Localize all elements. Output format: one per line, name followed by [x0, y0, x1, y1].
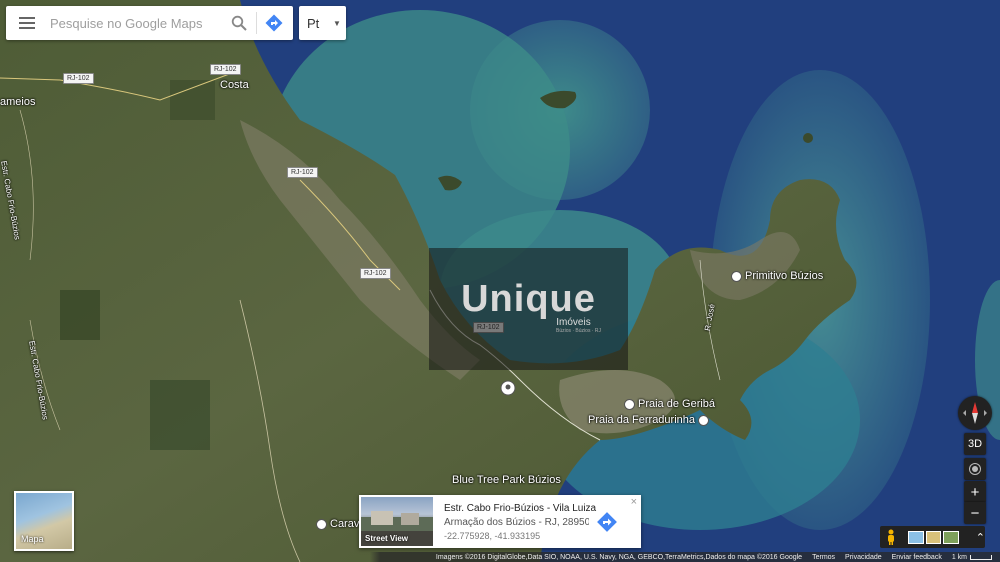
place-name: Praia de Geribá	[638, 398, 716, 410]
card-address: Armação dos Búzios - RJ, 28950-0...	[444, 517, 589, 528]
search-button[interactable]	[222, 6, 256, 40]
caret-down-icon: ▼	[333, 18, 341, 28]
watermark-tagline: Búzios · Búzios · RJ	[555, 328, 601, 334]
menu-button[interactable]	[6, 6, 48, 40]
imagery-thumbnail[interactable]	[908, 530, 924, 544]
directions-button[interactable]	[257, 6, 291, 40]
pegman-icon[interactable]	[886, 529, 896, 545]
feedback-link[interactable]: Enviar feedback	[892, 554, 942, 561]
scale-bar[interactable]: 1 km	[952, 554, 992, 561]
place-label-primitivo[interactable]: Primitivo Búzios	[731, 270, 823, 282]
imagery-thumbnail[interactable]	[925, 530, 942, 544]
road-shield: RJ-102	[63, 73, 94, 84]
my-location-button[interactable]	[964, 458, 986, 480]
minimap-label: Mapa	[21, 534, 44, 544]
place-pin-icon	[698, 414, 710, 426]
imagery-thumbnail[interactable]	[943, 530, 959, 544]
hamburger-icon	[19, 17, 35, 29]
map-type-toggle[interactable]: Mapa	[14, 491, 74, 551]
road-shield: RJ-102	[360, 268, 391, 279]
location-pin-icon[interactable]	[500, 380, 516, 398]
place-pin-icon	[316, 518, 327, 530]
map-footer: Imagens ©2016 DigitalGlobe,Data SIO, NOA…	[0, 552, 1000, 562]
search-icon	[231, 15, 247, 31]
place-name: Primitivo Búzios	[745, 270, 824, 282]
scale-line	[970, 554, 992, 560]
place-label-costa[interactable]: Costa	[220, 79, 249, 91]
zoom-in-button[interactable]: +	[964, 481, 986, 503]
card-title: Estr. Cabo Frio-Búzios - Vila Luiza	[444, 503, 597, 514]
place-pin-icon	[624, 398, 635, 410]
imagery-attribution: Imagens ©2016 DigitalGlobe,Data SIO, NOA…	[435, 553, 803, 561]
road-shield: RJ-102	[210, 64, 241, 75]
close-icon[interactable]: ×	[631, 496, 637, 508]
zoom-out-button[interactable]: −	[964, 502, 986, 524]
language-dropdown[interactable]: Pt ▼	[299, 6, 346, 40]
my-location-icon	[972, 466, 978, 472]
scale-label: 1 km	[951, 553, 967, 561]
place-pin-icon	[731, 270, 742, 282]
privacy-link[interactable]: Privacidade	[845, 554, 882, 561]
location-info-card[interactable]: Street View Estr. Cabo Frio-Búzios - Vil…	[359, 495, 641, 548]
unique-imoveis-watermark: Unique Imóveis Búzios · Búzios · RJ	[429, 248, 628, 370]
terms-link[interactable]: Termos	[812, 554, 835, 561]
directions-icon	[265, 14, 283, 32]
watermark-title: Unique	[461, 278, 596, 320]
language-value: Pt	[307, 15, 320, 31]
imagery-bar: ⌃	[880, 526, 985, 548]
compass-button[interactable]	[958, 396, 992, 430]
search-input[interactable]	[48, 14, 222, 32]
street-view-label: Street View	[365, 534, 408, 543]
directions-icon[interactable]	[596, 511, 618, 533]
street-view-thumbnail[interactable]: Street View	[361, 497, 433, 546]
road-shield: RJ-102	[287, 167, 318, 178]
search-box	[6, 6, 293, 40]
3d-button[interactable]: 3D	[964, 433, 986, 455]
place-label-ameios[interactable]: ameios	[0, 96, 35, 108]
expand-button[interactable]: ⌃	[976, 531, 985, 544]
place-label-bluetree[interactable]: Blue Tree Park Búzios	[452, 474, 561, 486]
compass-icon	[963, 402, 987, 424]
card-coordinates: -22.775928, -41.933195	[444, 531, 541, 541]
place-label-geriba[interactable]: Praia de Geribá	[624, 398, 715, 410]
place-label-ferradurinha[interactable]: Praia da Ferradurinha	[588, 414, 710, 426]
place-name: Praia da Ferradurinha	[588, 414, 696, 426]
